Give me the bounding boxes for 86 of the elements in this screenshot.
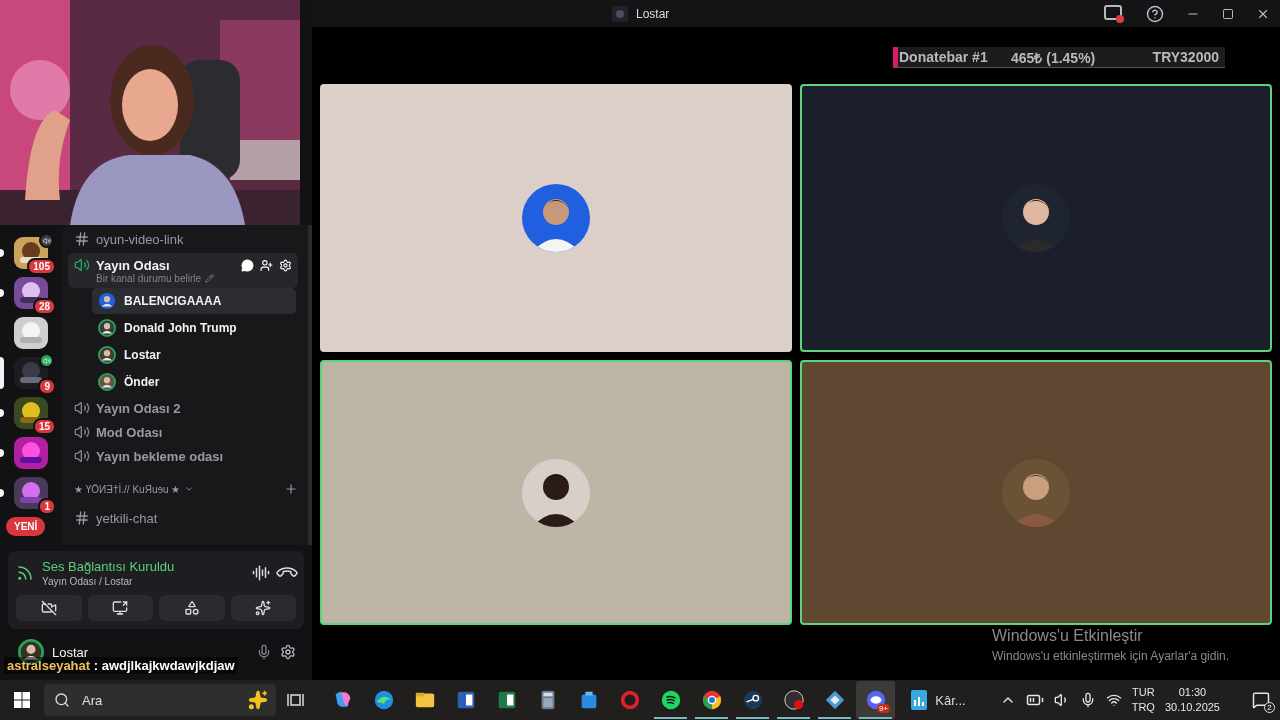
search-field[interactable]: Ara bbox=[44, 684, 276, 716]
voice-channel[interactable]: Yayın Odası 2 bbox=[68, 396, 298, 420]
user-name: Lostar bbox=[52, 644, 90, 660]
camera-off-icon bbox=[40, 600, 57, 616]
text-channel[interactable]: oyun-video-link bbox=[68, 225, 298, 253]
connection-icon bbox=[16, 564, 34, 582]
activities-button[interactable] bbox=[159, 595, 225, 621]
speaker-icon bbox=[74, 424, 90, 440]
channel-status: Bir kanal durumu belirle bbox=[96, 273, 202, 284]
chevron-icon bbox=[184, 484, 195, 494]
screen-share-button[interactable] bbox=[87, 595, 153, 621]
running-indicator bbox=[736, 717, 769, 719]
windows-logo-icon bbox=[14, 692, 30, 708]
running-indicator bbox=[818, 717, 851, 719]
voice-channel[interactable]: Mod Odası bbox=[68, 420, 298, 444]
chat-icon[interactable] bbox=[241, 258, 254, 272]
pinned-document[interactable]: Kâr... bbox=[905, 689, 972, 711]
search-icon bbox=[54, 692, 70, 708]
diamond-icon bbox=[823, 689, 846, 711]
document-icon bbox=[911, 690, 928, 710]
speaker-icon bbox=[74, 400, 90, 416]
activation-text: Windows'u etkinleştirmek için Ayarlar'a gidin. bbox=[992, 649, 1230, 663]
chat-bubble-icon bbox=[864, 689, 887, 711]
voice-member[interactable]: Lostar bbox=[92, 342, 296, 368]
noise-icon[interactable] bbox=[252, 564, 270, 582]
donate-label: Donatebar #1 bbox=[899, 49, 989, 65]
video-tile[interactable] bbox=[320, 84, 792, 352]
category-title[interactable]: ★ ҮÖИƎ†İ.// KuЯuɘu ★ bbox=[74, 483, 181, 495]
wave-circle-icon bbox=[372, 689, 395, 711]
speaker-icon bbox=[74, 257, 90, 273]
connection-status: Ses Bağlantısı Kuruldu bbox=[42, 559, 176, 574]
notification-button[interactable]: 2 bbox=[1246, 685, 1276, 715]
voice-member[interactable]: Donald John Trump bbox=[92, 315, 296, 341]
shapes-icon bbox=[183, 600, 200, 616]
hash-icon bbox=[74, 231, 90, 247]
window-title: Lostar bbox=[636, 6, 671, 21]
mention-count: 28 bbox=[32, 298, 56, 315]
video-tile[interactable] bbox=[800, 84, 1272, 352]
voice-member[interactable]: BALENCIGAAAA bbox=[92, 288, 296, 314]
running-indicator bbox=[777, 717, 810, 719]
donate-goal: TRY32000 bbox=[1152, 49, 1219, 65]
maximize-icon[interactable] bbox=[1222, 7, 1234, 20]
screen-share-icon bbox=[112, 600, 129, 616]
donate-amount: 465₺ (1.45%) bbox=[1011, 48, 1097, 67]
sound-circle-icon bbox=[659, 689, 682, 711]
running-indicator bbox=[859, 717, 892, 719]
help-icon[interactable] bbox=[1146, 4, 1164, 23]
settings-icon[interactable] bbox=[280, 644, 296, 660]
mention-count: 9 bbox=[38, 378, 56, 395]
browser-circle-icon bbox=[700, 689, 723, 711]
record-circle-icon bbox=[782, 689, 805, 711]
video-tile[interactable] bbox=[320, 360, 792, 625]
ring-icon bbox=[618, 689, 641, 711]
voice-channel[interactable]: Yayın Odası Bir kanal durumu belirle bbox=[68, 253, 298, 288]
soundboard-button[interactable] bbox=[230, 595, 296, 621]
chat-overlay: astralseyahat : awdjlkajkwdawjkdjaw bbox=[4, 657, 238, 674]
add-channel-icon[interactable] bbox=[284, 482, 298, 496]
speaker-icon bbox=[74, 448, 90, 464]
search-input[interactable]: Ara bbox=[80, 691, 238, 709]
hash-icon bbox=[74, 510, 90, 526]
steam-circle-icon bbox=[741, 689, 764, 711]
voice-member[interactable]: Önder bbox=[92, 369, 296, 395]
activation-title: Windows'u Etkinleştir bbox=[992, 627, 1143, 645]
running-indicator bbox=[654, 717, 687, 719]
text-channel[interactable]: yetkili-chat bbox=[68, 504, 298, 532]
sparkle-icon bbox=[255, 600, 272, 616]
taskbar-app[interactable]: 9+ bbox=[856, 681, 895, 719]
video-tile[interactable] bbox=[800, 360, 1272, 625]
invite-icon[interactable] bbox=[260, 258, 273, 272]
voice-channel[interactable]: Yayın bekleme odası bbox=[68, 444, 298, 468]
mention-count: 15 bbox=[32, 418, 56, 435]
wifi-icon[interactable] bbox=[1105, 692, 1122, 708]
mention-count: 1 bbox=[38, 498, 56, 515]
mention-count: 105 bbox=[27, 258, 56, 275]
monitor-record-icon[interactable] bbox=[1104, 4, 1124, 23]
input-language[interactable]: TUR TRQ bbox=[1131, 685, 1155, 715]
notification-badge: 9+ bbox=[876, 704, 890, 713]
running-indicator bbox=[695, 717, 728, 719]
camera-button[interactable] bbox=[16, 595, 82, 621]
new-pill[interactable]: YENİ bbox=[6, 517, 46, 536]
clock[interactable]: 01:30 30.10.2025 bbox=[1164, 685, 1220, 715]
sparkle-icon bbox=[248, 690, 268, 710]
task-view-icon bbox=[286, 692, 305, 708]
app-icon bbox=[612, 5, 628, 22]
connection-location[interactable]: Yayın Odası / Lostar bbox=[42, 576, 244, 587]
notification-icon bbox=[1252, 690, 1270, 710]
